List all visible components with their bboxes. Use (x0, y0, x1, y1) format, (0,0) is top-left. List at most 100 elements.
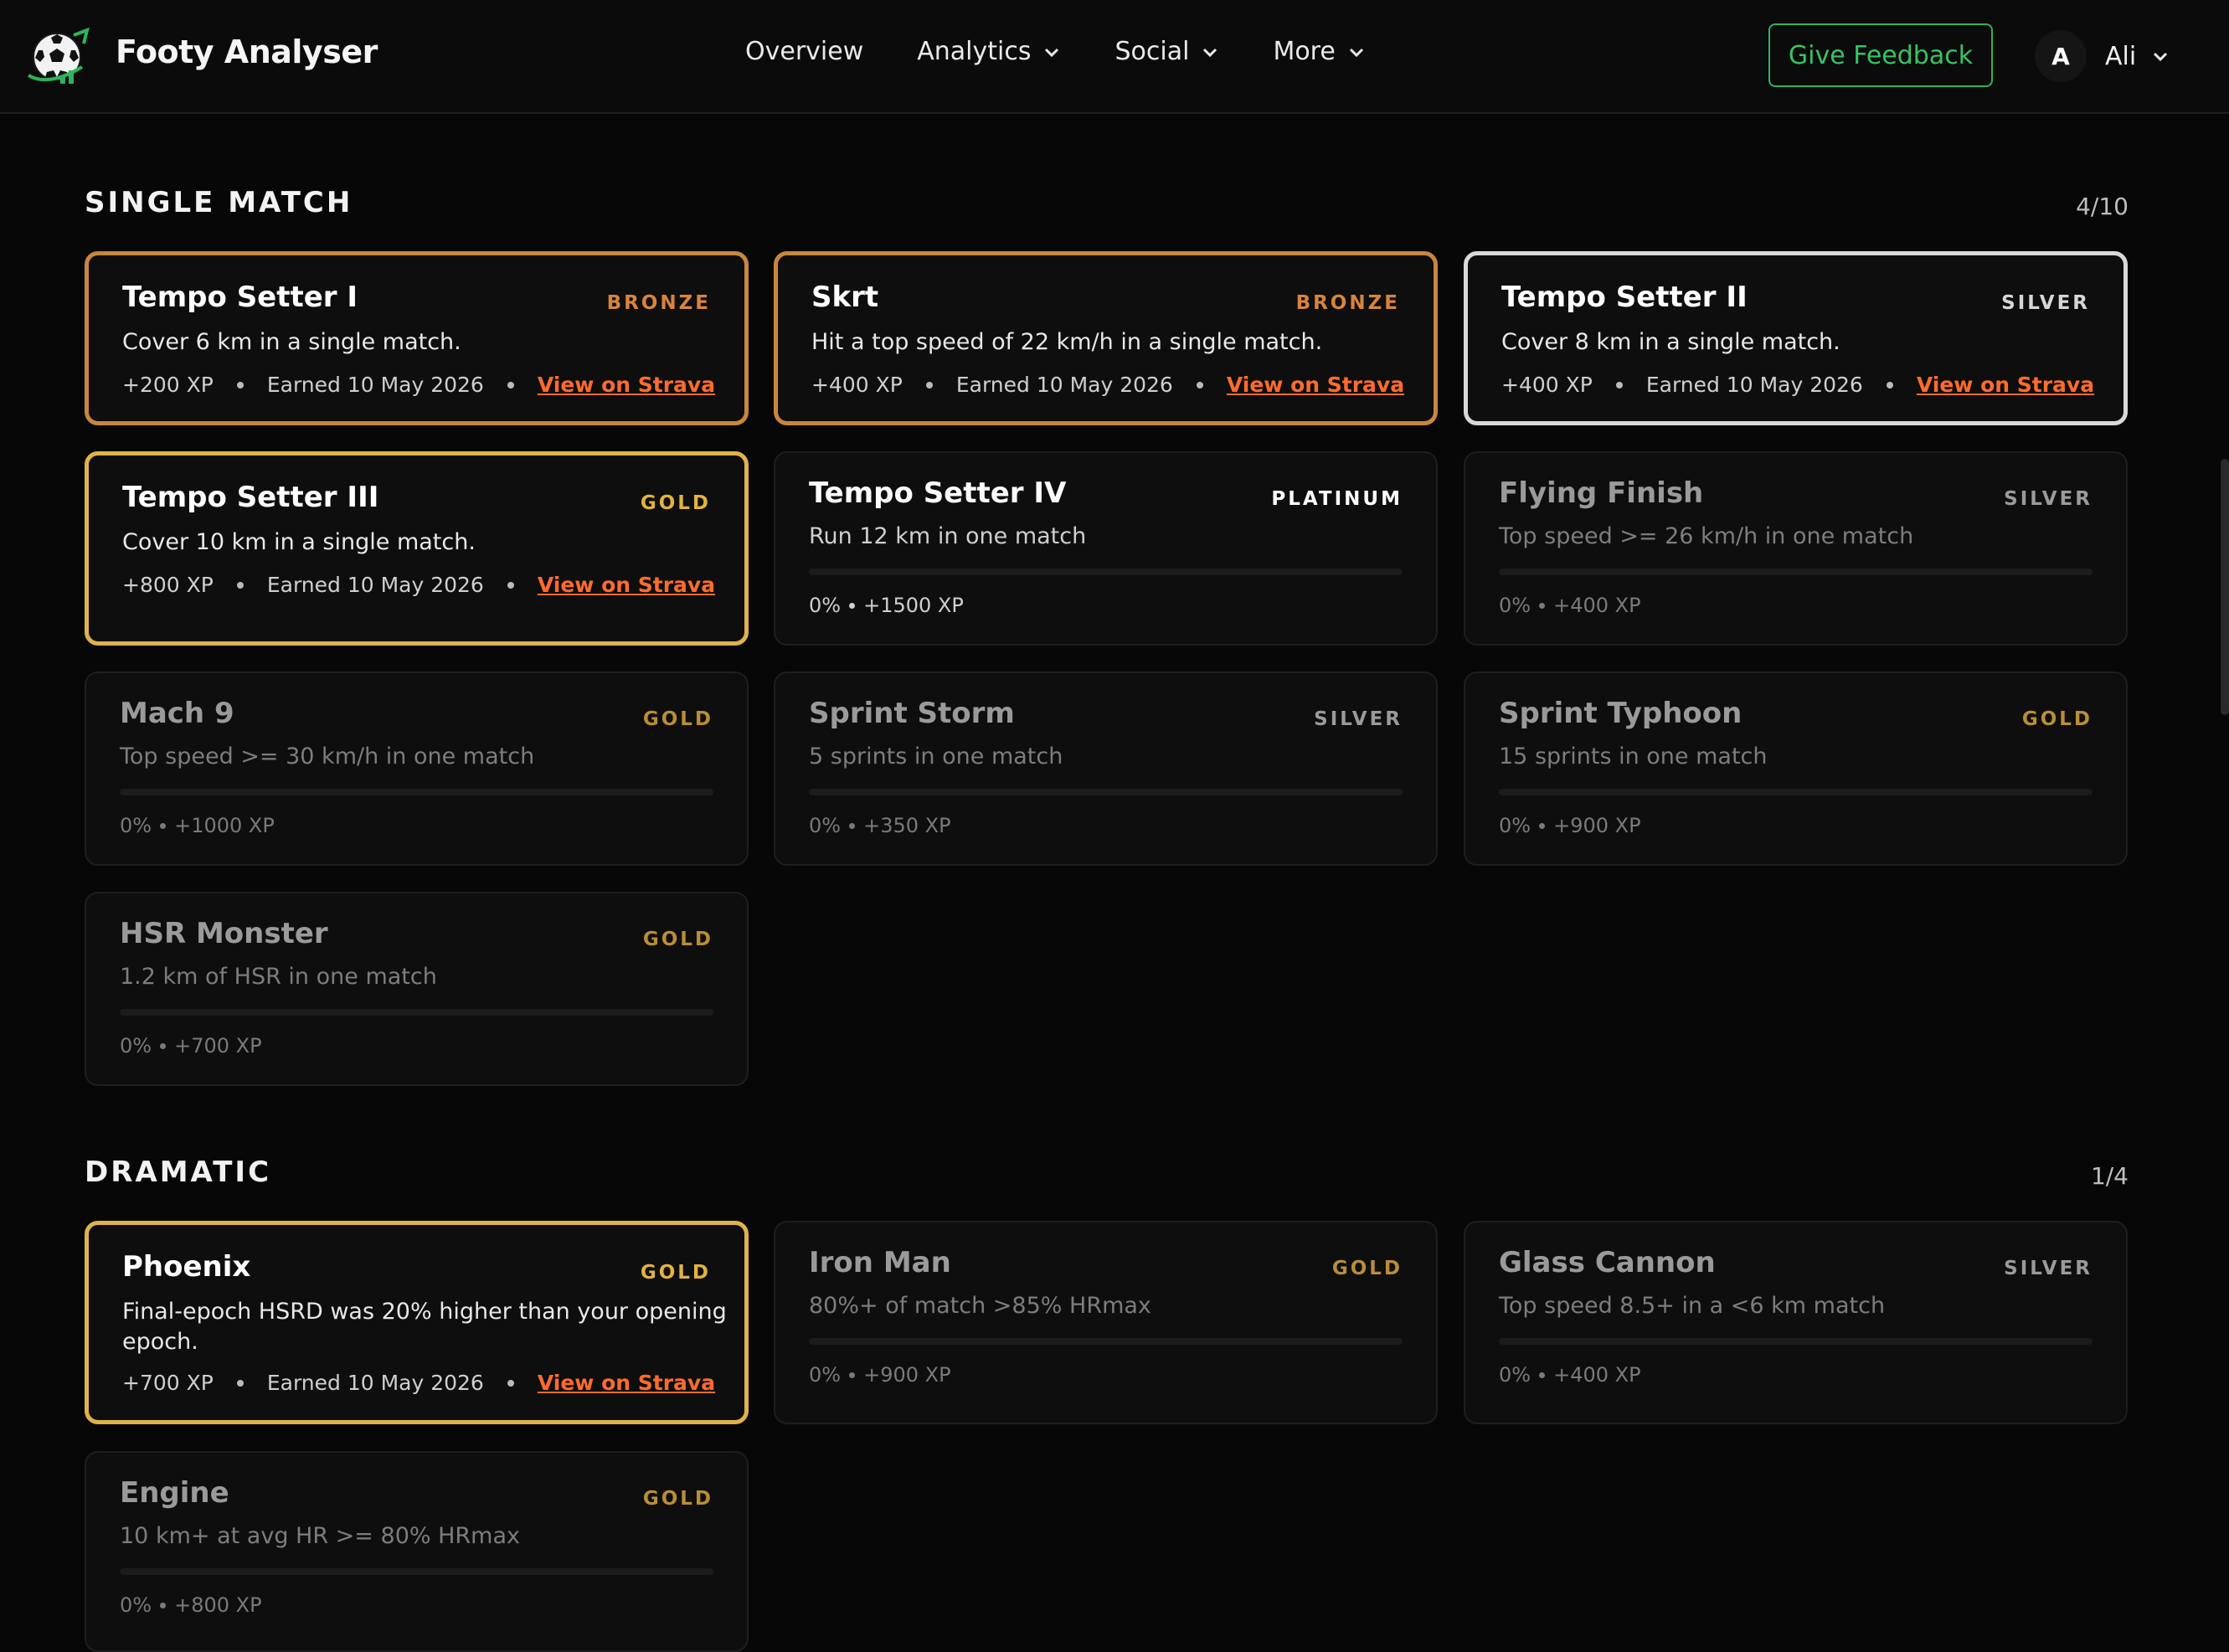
achievement-name: Tempo Setter III (122, 481, 379, 514)
tier-badge: GOLD (642, 929, 713, 950)
separator-dot (1615, 381, 1623, 389)
achievement-description: 5 sprints in one match (809, 744, 1063, 769)
achievement-card-earned[interactable]: Tempo Setter II SILVER Cover 8 km in a s… (1464, 251, 2128, 425)
achievement-card-locked[interactable]: Iron Man GOLD 80%+ of match >85% HRmax 0… (774, 1221, 1438, 1424)
earned-date: Earned 10 May 2026 (266, 573, 484, 597)
brand-name[interactable]: Footy Analyser (116, 33, 378, 70)
xp-reward: +800 XP (122, 573, 214, 597)
achievement-name: Sprint Storm (809, 697, 1015, 730)
nav-more-label: More (1273, 37, 1336, 66)
progress-bar (120, 1009, 713, 1016)
achievement-card-locked[interactable]: Sprint Typhoon GOLD 15 sprints in one ma… (1464, 672, 2128, 866)
achievement-meta: +700 XP Earned 10 May 2026 View on Strav… (122, 1371, 715, 1395)
progress-bar (1499, 569, 2093, 575)
avatar: A (2035, 30, 2087, 82)
separator-dot (849, 602, 856, 609)
tier-badge: BRONZE (606, 292, 711, 314)
achievement-card-earned[interactable]: Phoenix GOLD Final-epoch HSRD was 20% hi… (85, 1221, 749, 1424)
achievement-card-locked[interactable]: Flying Finish SILVER Top speed >= 26 km/… (1464, 451, 2128, 646)
achievement-name: Iron Man (809, 1246, 951, 1279)
progress-text: 0% +400 XP (1499, 1363, 1641, 1387)
achievement-description: Hit a top speed of 22 km/h in a single m… (811, 329, 1323, 355)
progress-percent: 0% (809, 814, 842, 837)
page-scrollbar[interactable] (2221, 459, 2229, 715)
separator-dot (236, 581, 244, 589)
nav-social-label: Social (1114, 37, 1190, 66)
tier-badge: BRONZE (1295, 292, 1400, 314)
user-name: Ali (2105, 41, 2137, 71)
nav-analytics[interactable]: Analytics (917, 37, 1061, 66)
view-on-strava-link[interactable]: View on Strava (538, 573, 715, 597)
progress-bar (809, 789, 1403, 795)
xp-reward: +200 XP (122, 373, 214, 397)
chevron-down-icon (1203, 48, 1217, 57)
progress-percent: 0% (120, 814, 152, 837)
separator-dot (1539, 822, 1546, 829)
progress-percent: 0% (1499, 814, 1531, 837)
separator-dot (160, 822, 167, 829)
separator-dot (507, 581, 514, 589)
nav-more[interactable]: More (1273, 37, 1365, 66)
progress-percent: 0% (120, 1034, 152, 1058)
achievement-meta: +200 XP Earned 10 May 2026 View on Strav… (122, 373, 715, 397)
nav-social[interactable]: Social (1114, 37, 1219, 66)
main-nav: Overview Analytics Social More (745, 37, 1366, 66)
tier-badge: GOLD (2021, 708, 2093, 730)
progress-text: 0% +1500 XP (809, 594, 964, 617)
view-on-strava-link[interactable]: View on Strava (1917, 373, 2094, 397)
achievement-name: Tempo Setter II (1501, 280, 1748, 314)
achievement-card-locked[interactable]: Tempo Setter IV PLATINUM Run 12 km in on… (774, 451, 1438, 646)
achievement-description: Cover 8 km in a single match. (1501, 329, 1840, 355)
progress-text: 0% +1000 XP (120, 814, 275, 837)
soccer-ball-logo-icon[interactable] (23, 27, 97, 87)
xp-reward: +900 XP (1553, 814, 1641, 837)
tier-badge: GOLD (1331, 1258, 1403, 1279)
progress-bar (1499, 789, 2093, 795)
user-menu[interactable]: A Ali (2035, 30, 2170, 82)
achievement-card-earned[interactable]: Skrt BRONZE Hit a top speed of 22 km/h i… (774, 251, 1438, 425)
achievement-card-locked[interactable]: HSR Monster GOLD 1.2 km of HSR in one ma… (85, 892, 749, 1086)
progress-bar (1499, 1338, 2093, 1345)
progress-text: 0% +900 XP (1499, 814, 1641, 837)
view-on-strava-link[interactable]: View on Strava (538, 1371, 715, 1395)
progress-bar (809, 569, 1403, 575)
view-on-strava-link[interactable]: View on Strava (538, 373, 715, 397)
progress-percent: 0% (1499, 594, 1531, 617)
separator-dot (849, 1372, 856, 1378)
achievement-description: Cover 6 km in a single match. (122, 329, 461, 355)
achievement-description: 80%+ of match >85% HRmax (809, 1293, 1151, 1319)
section-title-dramatic: DRAMATIC (85, 1155, 272, 1189)
separator-dot (507, 381, 514, 389)
achievement-card-earned[interactable]: Tempo Setter I BRONZE Cover 6 km in a si… (85, 251, 749, 425)
progress-bar (120, 789, 713, 795)
separator-dot (1886, 381, 1893, 389)
nav-overview-label: Overview (745, 37, 864, 66)
achievement-card-locked[interactable]: Sprint Storm SILVER 5 sprints in one mat… (774, 672, 1438, 866)
give-feedback-button[interactable]: Give Feedback (1768, 23, 1993, 87)
separator-dot (160, 1602, 167, 1608)
achievement-card-earned[interactable]: Tempo Setter III GOLD Cover 10 km in a s… (85, 451, 749, 646)
tier-badge: GOLD (642, 1488, 713, 1510)
progress-text: 0% +900 XP (809, 1363, 951, 1387)
view-on-strava-link[interactable]: View on Strava (1227, 373, 1404, 397)
chevron-down-icon (1349, 48, 1363, 57)
progress-percent: 0% (809, 594, 842, 617)
tier-badge: SILVER (2001, 292, 2090, 314)
xp-reward: +400 XP (1553, 594, 1641, 617)
xp-reward: +350 XP (863, 814, 951, 837)
tier-badge: SILVER (1314, 708, 1403, 730)
section-title-single-match: SINGLE MATCH (85, 186, 353, 219)
achievement-meta: +800 XP Earned 10 May 2026 View on Strav… (122, 573, 715, 597)
progress-percent: 0% (1499, 1363, 1531, 1387)
achievement-name: Skrt (811, 280, 879, 314)
xp-reward: +400 XP (1501, 373, 1593, 397)
xp-reward: +400 XP (1553, 1363, 1641, 1387)
section-progress-count: 4/10 (2076, 193, 2129, 220)
achievement-card-locked[interactable]: Mach 9 GOLD Top speed >= 30 km/h in one … (85, 672, 749, 866)
separator-dot (236, 381, 244, 389)
achievement-card-locked[interactable]: Glass Cannon SILVER Top speed 8.5+ in a … (1464, 1221, 2128, 1424)
achievement-description: Run 12 km in one match (809, 523, 1087, 549)
achievement-card-locked[interactable]: Engine GOLD 10 km+ at avg HR >= 80% HRma… (85, 1451, 749, 1652)
separator-dot (1539, 1372, 1546, 1378)
nav-overview[interactable]: Overview (745, 37, 863, 66)
